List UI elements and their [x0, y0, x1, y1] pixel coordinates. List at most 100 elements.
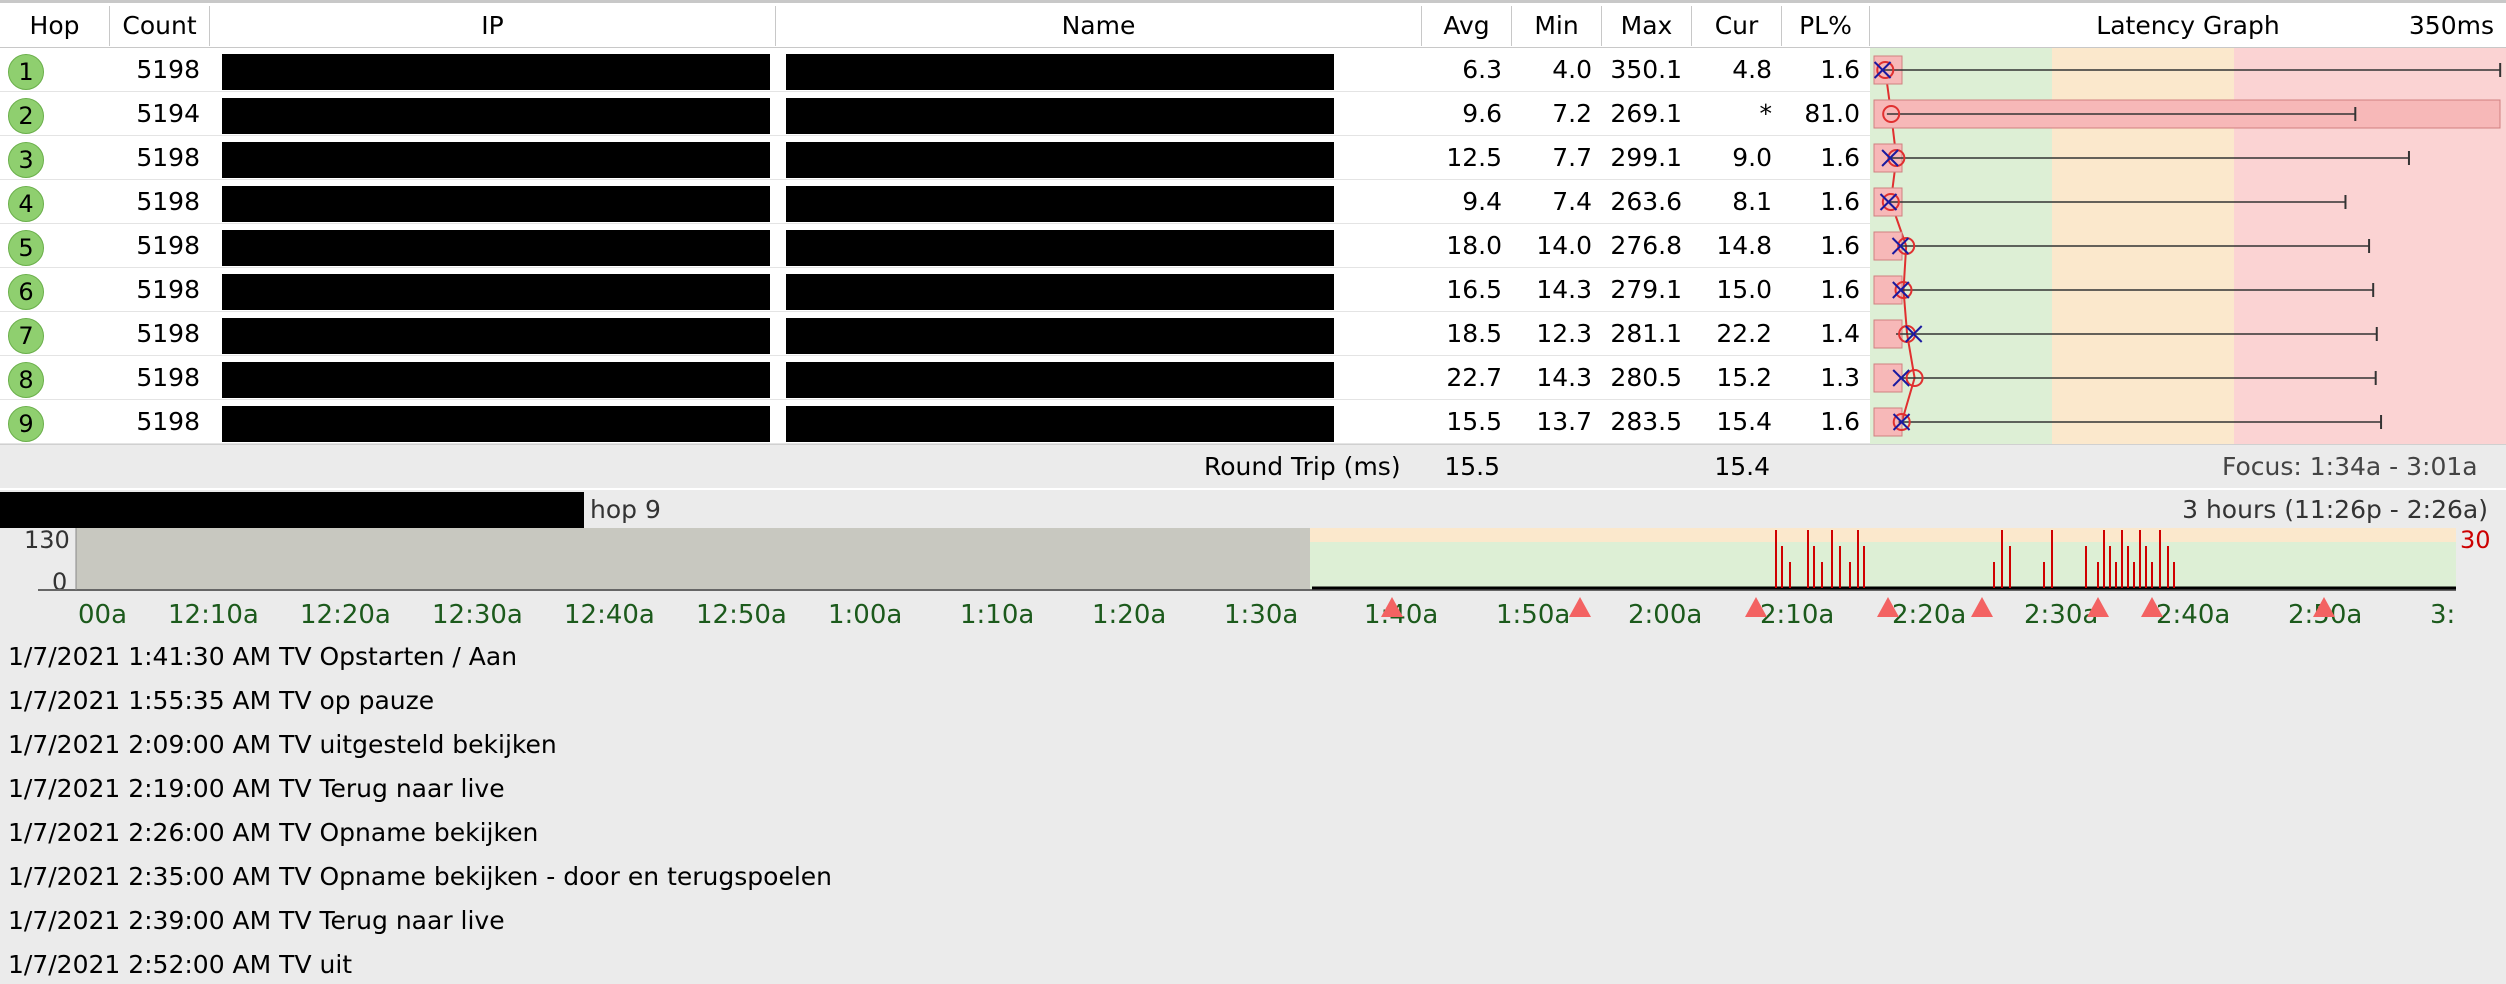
hop-min-cell: 14.0 — [1536, 231, 1592, 260]
packet-loss-bar — [1873, 363, 1903, 393]
hop-ip-redacted — [222, 318, 770, 354]
event-marker-icon[interactable] — [2141, 597, 2163, 617]
timeline-tick-label: 1:00a — [828, 600, 903, 630]
hop-number-badge: 5 — [8, 230, 44, 266]
event-marker-icon[interactable] — [1877, 597, 1899, 617]
hop-max-cell: 350.1 — [1610, 55, 1682, 84]
hop-row[interactable]: 2 5194 9.6 7.2 269.1 * 81.0 — [0, 92, 1870, 136]
col-min-header[interactable]: Min — [1512, 6, 1602, 46]
event-item[interactable]: 1/7/2021 2:39:00 AM TV Terug naar live — [8, 901, 505, 941]
col-ip-header[interactable]: IP — [210, 6, 776, 46]
hop-max-cell: 279.1 — [1610, 275, 1682, 304]
round-trip-avg: 15.5 — [1444, 452, 1500, 481]
hop-cur-cell: 15.0 — [1716, 275, 1772, 304]
hop-name-redacted — [786, 406, 1334, 442]
hop-min-cell: 14.3 — [1536, 363, 1592, 392]
hop-min-cell: 4.0 — [1552, 55, 1592, 84]
hop-cur-cell: 14.8 — [1716, 231, 1772, 260]
col-pl-header[interactable]: PL% — [1782, 6, 1870, 46]
hop-ip-redacted — [222, 98, 770, 134]
hop-ip-redacted — [222, 274, 770, 310]
col-max-header[interactable]: Max — [1602, 6, 1692, 46]
hop-pl-cell: 1.6 — [1820, 143, 1860, 172]
hop-cur-cell: 8.1 — [1732, 187, 1772, 216]
event-marker-icon[interactable] — [1569, 597, 1591, 617]
packet-loss-bar — [1873, 275, 1903, 305]
hop-row[interactable]: 9 5198 15.5 13.7 283.5 15.4 1.6 — [0, 400, 1870, 444]
hop-row[interactable]: 1 5198 6.3 4.0 350.1 4.8 1.6 — [0, 48, 1870, 92]
hop-cur-cell: * — [1759, 99, 1773, 128]
hop-ip-redacted — [222, 54, 770, 90]
col-avg-header[interactable]: Avg — [1422, 6, 1512, 46]
timeline-tick-label: 2:00a — [1628, 600, 1703, 630]
event-marker-icon[interactable] — [1381, 597, 1403, 617]
hop-name-redacted — [786, 98, 1334, 134]
hop-avg-cell: 6.3 — [1462, 55, 1502, 84]
hop-count-cell: 5198 — [136, 363, 200, 392]
hop-ip-redacted — [222, 406, 770, 442]
hop-row[interactable]: 5 5198 18.0 14.0 276.8 14.8 1.6 — [0, 224, 1870, 268]
col-cur-header[interactable]: Cur — [1692, 6, 1782, 46]
hop-max-cell: 269.1 — [1610, 99, 1682, 128]
hop-pl-cell: 81.0 — [1804, 99, 1860, 128]
timeline-graph[interactable]: hop 9 3 hours (11:26p - 2:26a) 130 0 30 … — [0, 490, 2506, 630]
event-marker-icon[interactable] — [2087, 597, 2109, 617]
event-item[interactable]: 1/7/2021 2:35:00 AM TV Opname bekijken -… — [8, 857, 832, 897]
hop-min-cell: 7.7 — [1552, 143, 1592, 172]
event-item[interactable]: 1/7/2021 2:19:00 AM TV Terug naar live — [8, 769, 505, 809]
hop-row[interactable]: 8 5198 22.7 14.3 280.5 15.2 1.3 — [0, 356, 1870, 400]
hop-avg-cell: 22.7 — [1446, 363, 1502, 392]
event-marker-icon[interactable] — [2313, 597, 2335, 617]
hop-pl-cell: 1.6 — [1820, 231, 1860, 260]
event-item[interactable]: 1/7/2021 2:26:00 AM TV Opname bekijken — [8, 813, 538, 853]
timeline-hop-label: hop 9 — [590, 495, 661, 524]
hop-ip-redacted — [222, 142, 770, 178]
hop-max-cell: 280.5 — [1610, 363, 1682, 392]
timeline-tick-label: 1:20a — [1092, 600, 1167, 630]
col-hop-header[interactable]: Hop — [0, 6, 110, 46]
timeline-tick-label: 00a — [78, 600, 128, 630]
hop-row[interactable]: 3 5198 12.5 7.7 299.1 9.0 1.6 — [0, 136, 1870, 180]
timeline-tick-label: 12:20a — [300, 600, 391, 630]
hop-row[interactable]: 6 5198 16.5 14.3 279.1 15.0 1.6 — [0, 268, 1870, 312]
timeline-tick-label: 1:50a — [1496, 600, 1571, 630]
timeline-tick-label: 2:10a — [1760, 600, 1835, 630]
packet-loss-bar — [1873, 407, 1903, 437]
hop-max-cell: 299.1 — [1610, 143, 1682, 172]
hop-count-cell: 5198 — [136, 407, 200, 436]
col-name-header[interactable]: Name — [776, 6, 1422, 46]
timeline-tick-label: 12:30a — [432, 600, 523, 630]
col-count-header[interactable]: Count — [110, 6, 210, 46]
hop-row[interactable]: 4 5198 9.4 7.4 263.6 8.1 1.6 — [0, 180, 1870, 224]
event-list: 1/7/2021 1:41:30 AM TV Opstarten / Aan 1/… — [0, 628, 2506, 984]
event-marker-icon[interactable] — [1745, 597, 1767, 617]
timeline-target-redacted — [0, 492, 584, 528]
hop-name-redacted — [786, 142, 1334, 178]
timeline-tick-label: 1:30a — [1224, 600, 1299, 630]
event-item[interactable]: 1/7/2021 2:09:00 AM TV uitgesteld bekijk… — [8, 725, 557, 765]
hop-avg-cell: 12.5 — [1446, 143, 1502, 172]
focus-range-label[interactable]: Focus: 1:34a - 3:01a — [2222, 445, 2478, 489]
hop-max-cell: 276.8 — [1610, 231, 1682, 260]
event-marker-icon[interactable] — [1971, 597, 1993, 617]
timeline-unfocused-area — [76, 528, 1310, 590]
hop-pl-cell: 1.6 — [1820, 275, 1860, 304]
hop-max-cell: 283.5 — [1610, 407, 1682, 436]
hop-avg-cell: 9.4 — [1462, 187, 1502, 216]
event-item[interactable]: 1/7/2021 1:41:30 AM TV Opstarten / Aan — [8, 637, 517, 677]
hop-avg-cell: 9.6 — [1462, 99, 1502, 128]
hop-min-cell: 12.3 — [1536, 319, 1592, 348]
hop-row[interactable]: 7 5198 18.5 12.3 281.1 22.2 1.4 — [0, 312, 1870, 356]
hop-cur-cell: 22.2 — [1716, 319, 1772, 348]
hop-cur-cell: 15.4 — [1716, 407, 1772, 436]
hop-number-badge: 9 — [8, 406, 44, 442]
timeline-warn-band — [1310, 528, 2456, 542]
hop-pl-cell: 1.6 — [1820, 55, 1860, 84]
hop-name-redacted — [786, 362, 1334, 398]
round-trip-cur: 15.4 — [1714, 452, 1770, 481]
event-item[interactable]: 1/7/2021 2:52:00 AM TV uit — [8, 945, 352, 984]
hop-ip-redacted — [222, 362, 770, 398]
event-item[interactable]: 1/7/2021 1:55:35 AM TV op pauze — [8, 681, 434, 721]
hop-avg-cell: 18.0 — [1446, 231, 1502, 260]
latency-graph — [1870, 48, 2506, 444]
